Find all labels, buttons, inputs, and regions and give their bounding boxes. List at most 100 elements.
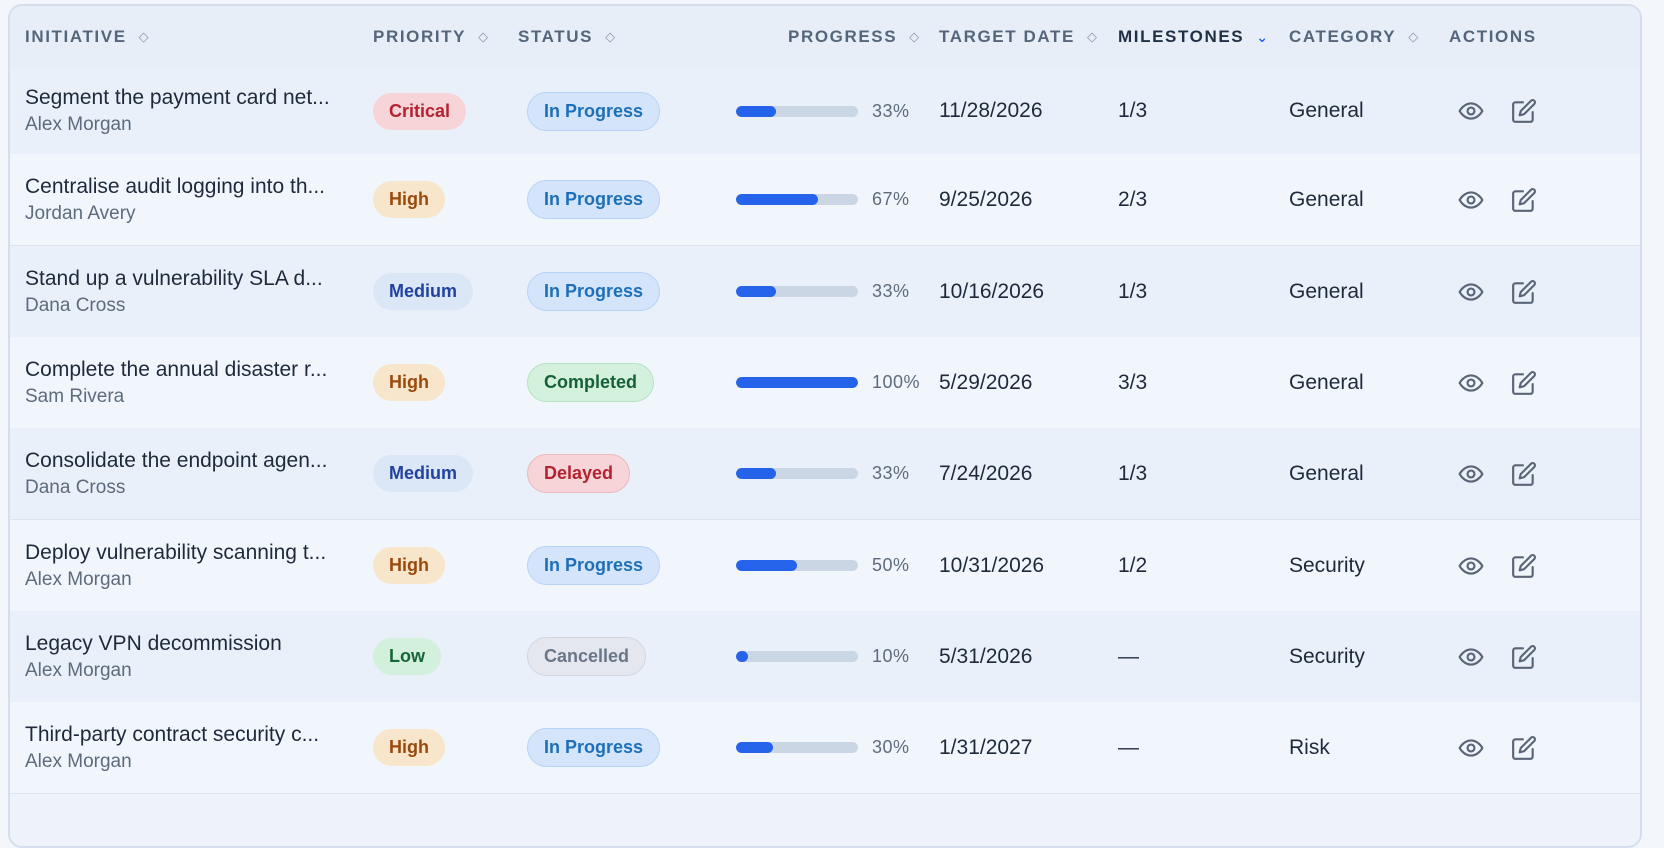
chevron-down-icon[interactable]: ⌄: [1256, 29, 1268, 46]
progress-bar-fill: [736, 468, 777, 479]
view-button[interactable]: [1458, 735, 1484, 761]
sort-icon[interactable]: ◇: [139, 29, 149, 45]
initiative-title[interactable]: Legacy VPN decommission: [25, 632, 365, 656]
progress-cell: 100%: [736, 337, 920, 428]
view-button[interactable]: [1458, 644, 1484, 670]
category-cell: General: [1289, 428, 1364, 519]
edit-icon: [1512, 279, 1536, 304]
sort-icon[interactable]: ◇: [1087, 29, 1097, 45]
progress-cell: 33%: [736, 68, 910, 154]
initiative-title[interactable]: Stand up a vulnerability SLA d...: [25, 267, 365, 291]
status-cell: Delayed: [527, 428, 631, 519]
progress-percent: 67%: [872, 189, 910, 209]
status-cell: In Progress: [527, 520, 661, 611]
edit-icon: [1512, 461, 1536, 486]
status-badge: Completed: [527, 363, 655, 402]
category-value: General: [1289, 461, 1364, 485]
priority-badge: Critical: [373, 92, 467, 130]
progress-percent: 33%: [872, 281, 910, 301]
view-button[interactable]: [1458, 461, 1484, 487]
milestones-count: 1/2: [1118, 553, 1148, 577]
header-target-date[interactable]: TARGET DATE ◇: [939, 6, 1097, 68]
category-cell: General: [1289, 68, 1364, 154]
table-row[interactable]: Deploy vulnerability scanning t... Alex …: [10, 520, 1640, 612]
edit-icon: [1512, 187, 1536, 212]
progress-bar: [736, 468, 858, 479]
header-priority[interactable]: PRIORITY ◇: [373, 6, 488, 68]
view-button[interactable]: [1458, 370, 1484, 396]
initiative-cell[interactable]: Third-party contract security c... Alex …: [25, 702, 365, 793]
view-button[interactable]: [1458, 98, 1484, 124]
progress-cell: 33%: [736, 246, 910, 337]
initiative-cell[interactable]: Stand up a vulnerability SLA d... Dana C…: [25, 246, 365, 337]
initiative-owner: Sam Rivera: [25, 385, 125, 407]
category-cell: Security: [1289, 520, 1365, 611]
category-value: Risk: [1289, 735, 1330, 759]
table-row[interactable]: Centralise audit logging into th... Jord…: [10, 154, 1640, 246]
category-value: Security: [1289, 644, 1365, 668]
milestones-cell: —: [1118, 611, 1139, 702]
initiative-cell[interactable]: Legacy VPN decommission Alex Morgan: [25, 611, 365, 702]
edit-button[interactable]: [1511, 644, 1537, 670]
category-cell: General: [1289, 154, 1364, 245]
edit-button[interactable]: [1511, 461, 1537, 487]
progress-percent: 10%: [872, 646, 910, 666]
header-milestones-label: MILESTONES: [1118, 27, 1245, 46]
priority-badge: High: [373, 729, 445, 766]
priority-cell: High: [373, 702, 445, 793]
target-date-cell: 1/31/2027: [939, 702, 1032, 793]
sort-icon[interactable]: ◇: [909, 29, 919, 45]
table-row[interactable]: Legacy VPN decommission Alex Morgan Low …: [10, 611, 1640, 703]
milestones-cell: —: [1118, 702, 1139, 793]
view-button[interactable]: [1458, 279, 1484, 305]
header-progress[interactable]: PROGRESS ◇: [788, 6, 919, 68]
progress-cell: 30%: [736, 702, 910, 793]
status-badge: Delayed: [527, 454, 631, 493]
initiative-title[interactable]: Consolidate the endpoint agen...: [25, 449, 365, 473]
progress-cell: 33%: [736, 428, 910, 519]
initiative-cell[interactable]: Centralise audit logging into th... Jord…: [25, 154, 365, 245]
table-row[interactable]: Complete the annual disaster r... Sam Ri…: [10, 337, 1640, 429]
table-row[interactable]: Consolidate the endpoint agen... Dana Cr…: [10, 428, 1640, 520]
header-category[interactable]: CATEGORY ◇: [1289, 6, 1418, 68]
progress-bar-fill: [736, 286, 777, 297]
initiative-owner: Jordan Avery: [25, 202, 136, 224]
sort-icon[interactable]: ◇: [478, 29, 488, 45]
initiative-cell[interactable]: Complete the annual disaster r... Sam Ri…: [25, 337, 365, 428]
initiative-title[interactable]: Deploy vulnerability scanning t...: [25, 541, 365, 565]
edit-button[interactable]: [1511, 553, 1537, 579]
initiative-title[interactable]: Complete the annual disaster r...: [25, 358, 365, 382]
table-row[interactable]: Stand up a vulnerability SLA d... Dana C…: [10, 246, 1640, 338]
edit-button[interactable]: [1511, 279, 1537, 305]
initiative-cell[interactable]: Consolidate the endpoint agen... Dana Cr…: [25, 428, 365, 519]
status-cell: Cancelled: [527, 611, 647, 702]
milestones-count: 1/3: [1118, 99, 1148, 122]
progress-bar: [736, 194, 858, 205]
progress-cell: 50%: [736, 520, 910, 611]
target-date-cell: 10/16/2026: [939, 246, 1044, 337]
sort-icon[interactable]: ◇: [1408, 29, 1418, 45]
initiative-title[interactable]: Third-party contract security c...: [25, 723, 365, 747]
table-row[interactable]: Third-party contract security c... Alex …: [10, 702, 1640, 794]
header-initiative[interactable]: INITIATIVE ◇: [25, 6, 149, 68]
edit-icon: [1512, 644, 1536, 669]
edit-button[interactable]: [1511, 187, 1537, 213]
header-milestones[interactable]: MILESTONES ⌄: [1118, 6, 1268, 68]
milestones-count: 3/3: [1118, 370, 1148, 394]
view-button[interactable]: [1458, 553, 1484, 579]
initiative-title[interactable]: Segment the payment card net...: [25, 86, 365, 110]
status-badge: In Progress: [527, 546, 661, 585]
header-status[interactable]: STATUS ◇: [518, 6, 615, 68]
header-category-label: CATEGORY: [1289, 27, 1397, 46]
initiative-title[interactable]: Centralise audit logging into th...: [25, 175, 365, 199]
edit-button[interactable]: [1511, 370, 1537, 396]
initiative-cell[interactable]: Deploy vulnerability scanning t... Alex …: [25, 520, 365, 611]
initiative-cell[interactable]: Segment the payment card net... Alex Mor…: [25, 68, 365, 154]
sort-icon[interactable]: ◇: [605, 29, 615, 45]
table-row[interactable]: Segment the payment card net... Alex Mor…: [10, 68, 1640, 155]
initiative-owner: Dana Cross: [25, 476, 126, 498]
status-badge: Cancelled: [527, 637, 647, 676]
edit-button[interactable]: [1511, 98, 1537, 124]
view-button[interactable]: [1458, 187, 1484, 213]
edit-button[interactable]: [1511, 735, 1537, 761]
